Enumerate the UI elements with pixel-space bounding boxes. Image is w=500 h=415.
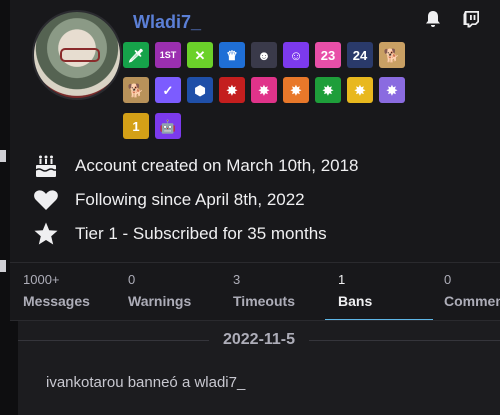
cake-icon <box>32 152 60 180</box>
2023-badge-icon[interactable]: 23 <box>315 42 341 68</box>
tab-label: Bans <box>338 293 373 309</box>
tab-label: Messages <box>23 293 90 309</box>
date-separator: 2022-11-5 <box>18 328 500 352</box>
following-since-text: Following since April 8th, 2022 <box>75 190 305 209</box>
tab-count: 3 <box>233 272 241 287</box>
tab-bans[interactable]: 1 Bans <box>325 263 433 320</box>
log-date: 2022-11-5 <box>222 331 296 348</box>
crown-badge-icon[interactable]: ♛ <box>219 42 245 68</box>
dog-badge-icon[interactable]: 🐕 <box>379 42 405 68</box>
sword-badge-icon[interactable]: 🗡 <box>123 42 149 68</box>
account-created-row: Account created on March 10th, 2018 <box>32 152 359 180</box>
notification-bell-icon[interactable] <box>422 8 444 30</box>
orange-star-badge-icon[interactable]: ✸ <box>283 77 309 103</box>
active-tab-indicator <box>325 319 433 320</box>
character-badge-icon[interactable]: ☻ <box>251 42 277 68</box>
2024-badge-icon[interactable]: 24 <box>347 42 373 68</box>
background-fragment <box>0 260 6 272</box>
following-since-row: Following since April 8th, 2022 <box>32 186 305 214</box>
avatar[interactable] <box>32 10 122 100</box>
tab-count: 0 <box>128 272 136 287</box>
dog-badge-2-icon[interactable]: 🐕 <box>123 77 149 103</box>
tab-count: 1 <box>338 272 346 287</box>
avatar-glasses <box>60 48 100 62</box>
tab-count: 0 <box>444 272 452 287</box>
x-badge-icon[interactable]: ✕ <box>187 42 213 68</box>
user-card: Wladi7_ 🗡 1ST ✕ ♛ ☻ ☺ 23 24 🐕 🐕 ✓ ⬢ ✸ ✸ ✸ ✸ ✸ ✸ 1 🤖 <box>10 0 500 321</box>
tab-label: Warnings <box>128 293 192 309</box>
rank-1-badge-icon[interactable]: 1 <box>123 113 149 139</box>
tab-bar: 1000+ Messages 0 Warnings 3 Timeouts 1 B… <box>10 262 500 320</box>
verified-badge-icon[interactable]: ✓ <box>155 77 181 103</box>
tab-count: 1000+ <box>23 272 60 287</box>
background-fragment <box>0 150 6 162</box>
ban-log-entry: ivankotarou banneó a wladi7_ <box>46 374 246 391</box>
tab-label: Comments <box>444 293 500 309</box>
purple-star-badge-icon[interactable]: ✸ <box>379 77 405 103</box>
tab-label: Timeouts <box>233 293 295 309</box>
twitch-logo-icon[interactable] <box>460 8 482 30</box>
separator-line <box>18 339 209 341</box>
badge-row: 🗡 1ST ✕ ♛ ☻ ☺ 23 24 🐕 <box>123 42 405 68</box>
hexagon-badge-icon[interactable]: ⬢ <box>187 77 213 103</box>
gold-star-badge-icon[interactable]: ✸ <box>347 77 373 103</box>
heart-icon <box>32 186 60 214</box>
star-icon <box>32 220 60 248</box>
account-created-text: Account created on March 10th, 2018 <box>75 156 359 175</box>
first-place-badge-icon[interactable]: 1ST <box>155 42 181 68</box>
subscription-text: Tier 1 - Subscribed for 35 months <box>75 224 327 243</box>
username[interactable]: Wladi7_ <box>133 12 201 33</box>
robot-badge-icon[interactable]: 🤖 <box>155 113 181 139</box>
badge-row: 🐕 ✓ ⬢ ✸ ✸ ✸ ✸ ✸ ✸ <box>123 77 405 103</box>
badge-row: 1 🤖 <box>123 113 181 139</box>
red-star-badge-icon[interactable]: ✸ <box>219 77 245 103</box>
separator-line <box>309 339 500 341</box>
pink-star-badge-icon[interactable]: ✸ <box>251 77 277 103</box>
smile-badge-icon[interactable]: ☺ <box>283 42 309 68</box>
subscription-row: Tier 1 - Subscribed for 35 months <box>32 220 327 248</box>
green-star-badge-icon[interactable]: ✸ <box>315 77 341 103</box>
